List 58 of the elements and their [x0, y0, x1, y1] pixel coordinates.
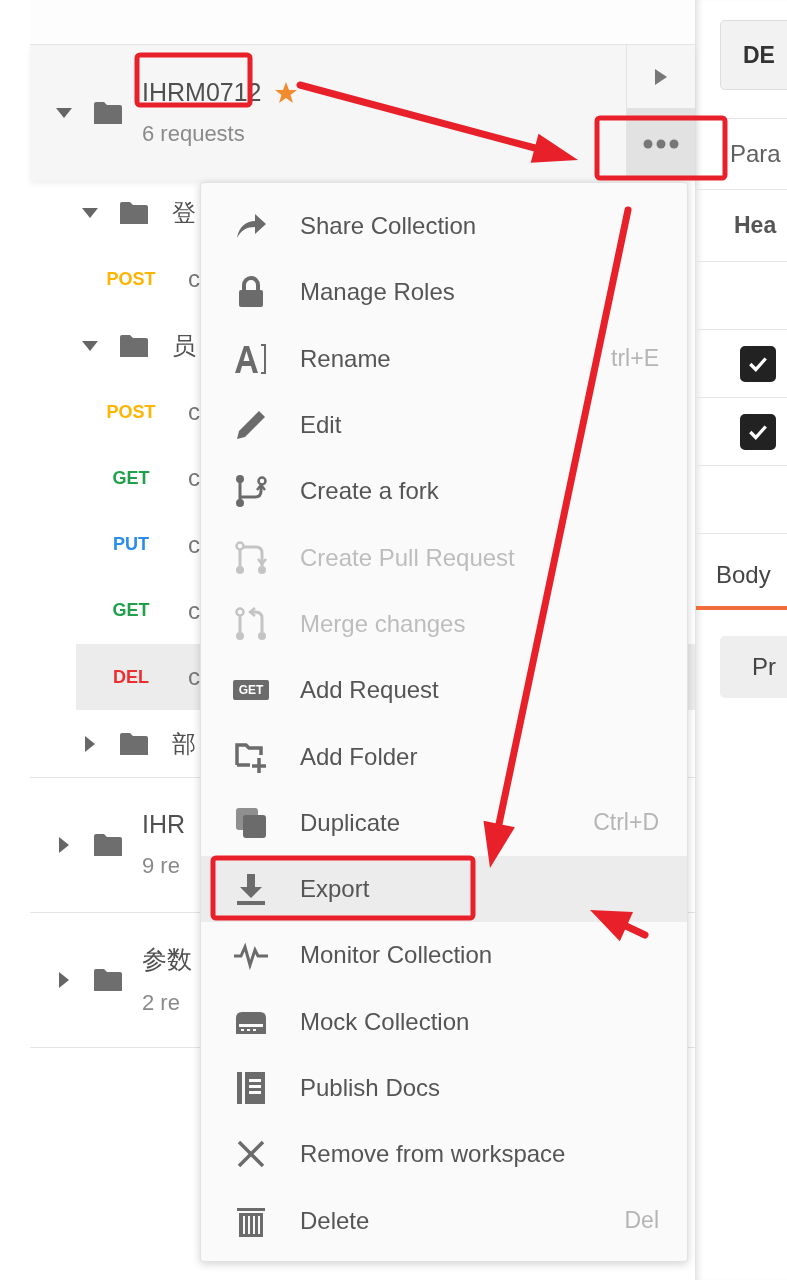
request-name: c: [188, 265, 200, 294]
request-name: c: [188, 530, 200, 559]
menu-item[interactable]: Manage Roles: [201, 259, 687, 326]
pull-request-icon: [233, 539, 269, 576]
folder-icon: [94, 833, 122, 856]
method-button[interactable]: DE: [720, 20, 787, 90]
shortcut-label: Ctrl+D: [593, 809, 659, 837]
request-name: c: [188, 663, 200, 692]
request-count: 9 re: [142, 853, 181, 880]
params-tab[interactable]: Para: [696, 118, 787, 190]
folder-icon: [120, 334, 148, 357]
request-name: c: [188, 398, 200, 427]
more-icon: [643, 139, 679, 149]
merge-icon: [233, 605, 269, 642]
request-count: 6 requests: [142, 121, 246, 147]
menu-item[interactable]: Edit: [201, 391, 687, 459]
request-name: c: [188, 596, 200, 625]
method-label: DEL: [112, 666, 150, 688]
shortcut-label: Del: [624, 1207, 659, 1235]
menu-item[interactable]: Publish Docs: [201, 1054, 687, 1122]
menu-item[interactable]: Create a fork: [201, 458, 687, 525]
get-badge-icon: GET: [233, 680, 269, 701]
checkbox[interactable]: [740, 345, 776, 382]
menu-item[interactable]: Mock Collection: [201, 988, 687, 1055]
folder-icon: [94, 968, 122, 991]
checkbox[interactable]: [740, 413, 776, 450]
play-icon: [655, 68, 667, 85]
folder-name[interactable]: 部: [172, 727, 196, 760]
menu-item[interactable]: Rename trl+E: [201, 325, 687, 392]
method-label: POST: [105, 268, 157, 290]
folder-icon: [120, 732, 148, 755]
star-icon[interactable]: [273, 80, 298, 105]
folder-icon: [94, 101, 122, 124]
annotation-arrow: [590, 910, 649, 942]
collection-name: IHR: [142, 810, 186, 840]
menu-item[interactable]: Monitor Collection: [201, 922, 687, 989]
method-label: GET: [111, 600, 151, 622]
folder-name[interactable]: 员: [172, 329, 196, 362]
body-tab[interactable]: Body: [696, 544, 787, 610]
headers-label: Hea: [696, 190, 787, 262]
menu-item[interactable]: Share Collection: [201, 193, 687, 260]
menu-item[interactable]: Export: [201, 855, 687, 923]
fork-icon: [233, 473, 269, 510]
method-label: GET: [111, 467, 151, 489]
request-count: 2 re: [142, 990, 181, 1017]
menu-item[interactable]: Remove from workspace: [201, 1121, 687, 1188]
pretty-button[interactable]: Pr: [720, 636, 787, 698]
folder-icon: [120, 202, 148, 225]
menu-item[interactable]: Duplicate Ctrl+D: [201, 789, 687, 856]
method-label: PUT: [112, 534, 150, 556]
menu-item[interactable]: GET Add Request: [201, 657, 687, 724]
method-label: POST: [105, 401, 157, 423]
collection-name: 参数: [142, 944, 192, 976]
folder-name[interactable]: 登: [172, 197, 196, 230]
menu-item[interactable]: Add Folder: [201, 723, 687, 790]
shortcut-label: trl+E: [611, 345, 659, 373]
request-name: c: [188, 464, 200, 493]
menu-item[interactable]: Delete Del: [201, 1187, 687, 1254]
